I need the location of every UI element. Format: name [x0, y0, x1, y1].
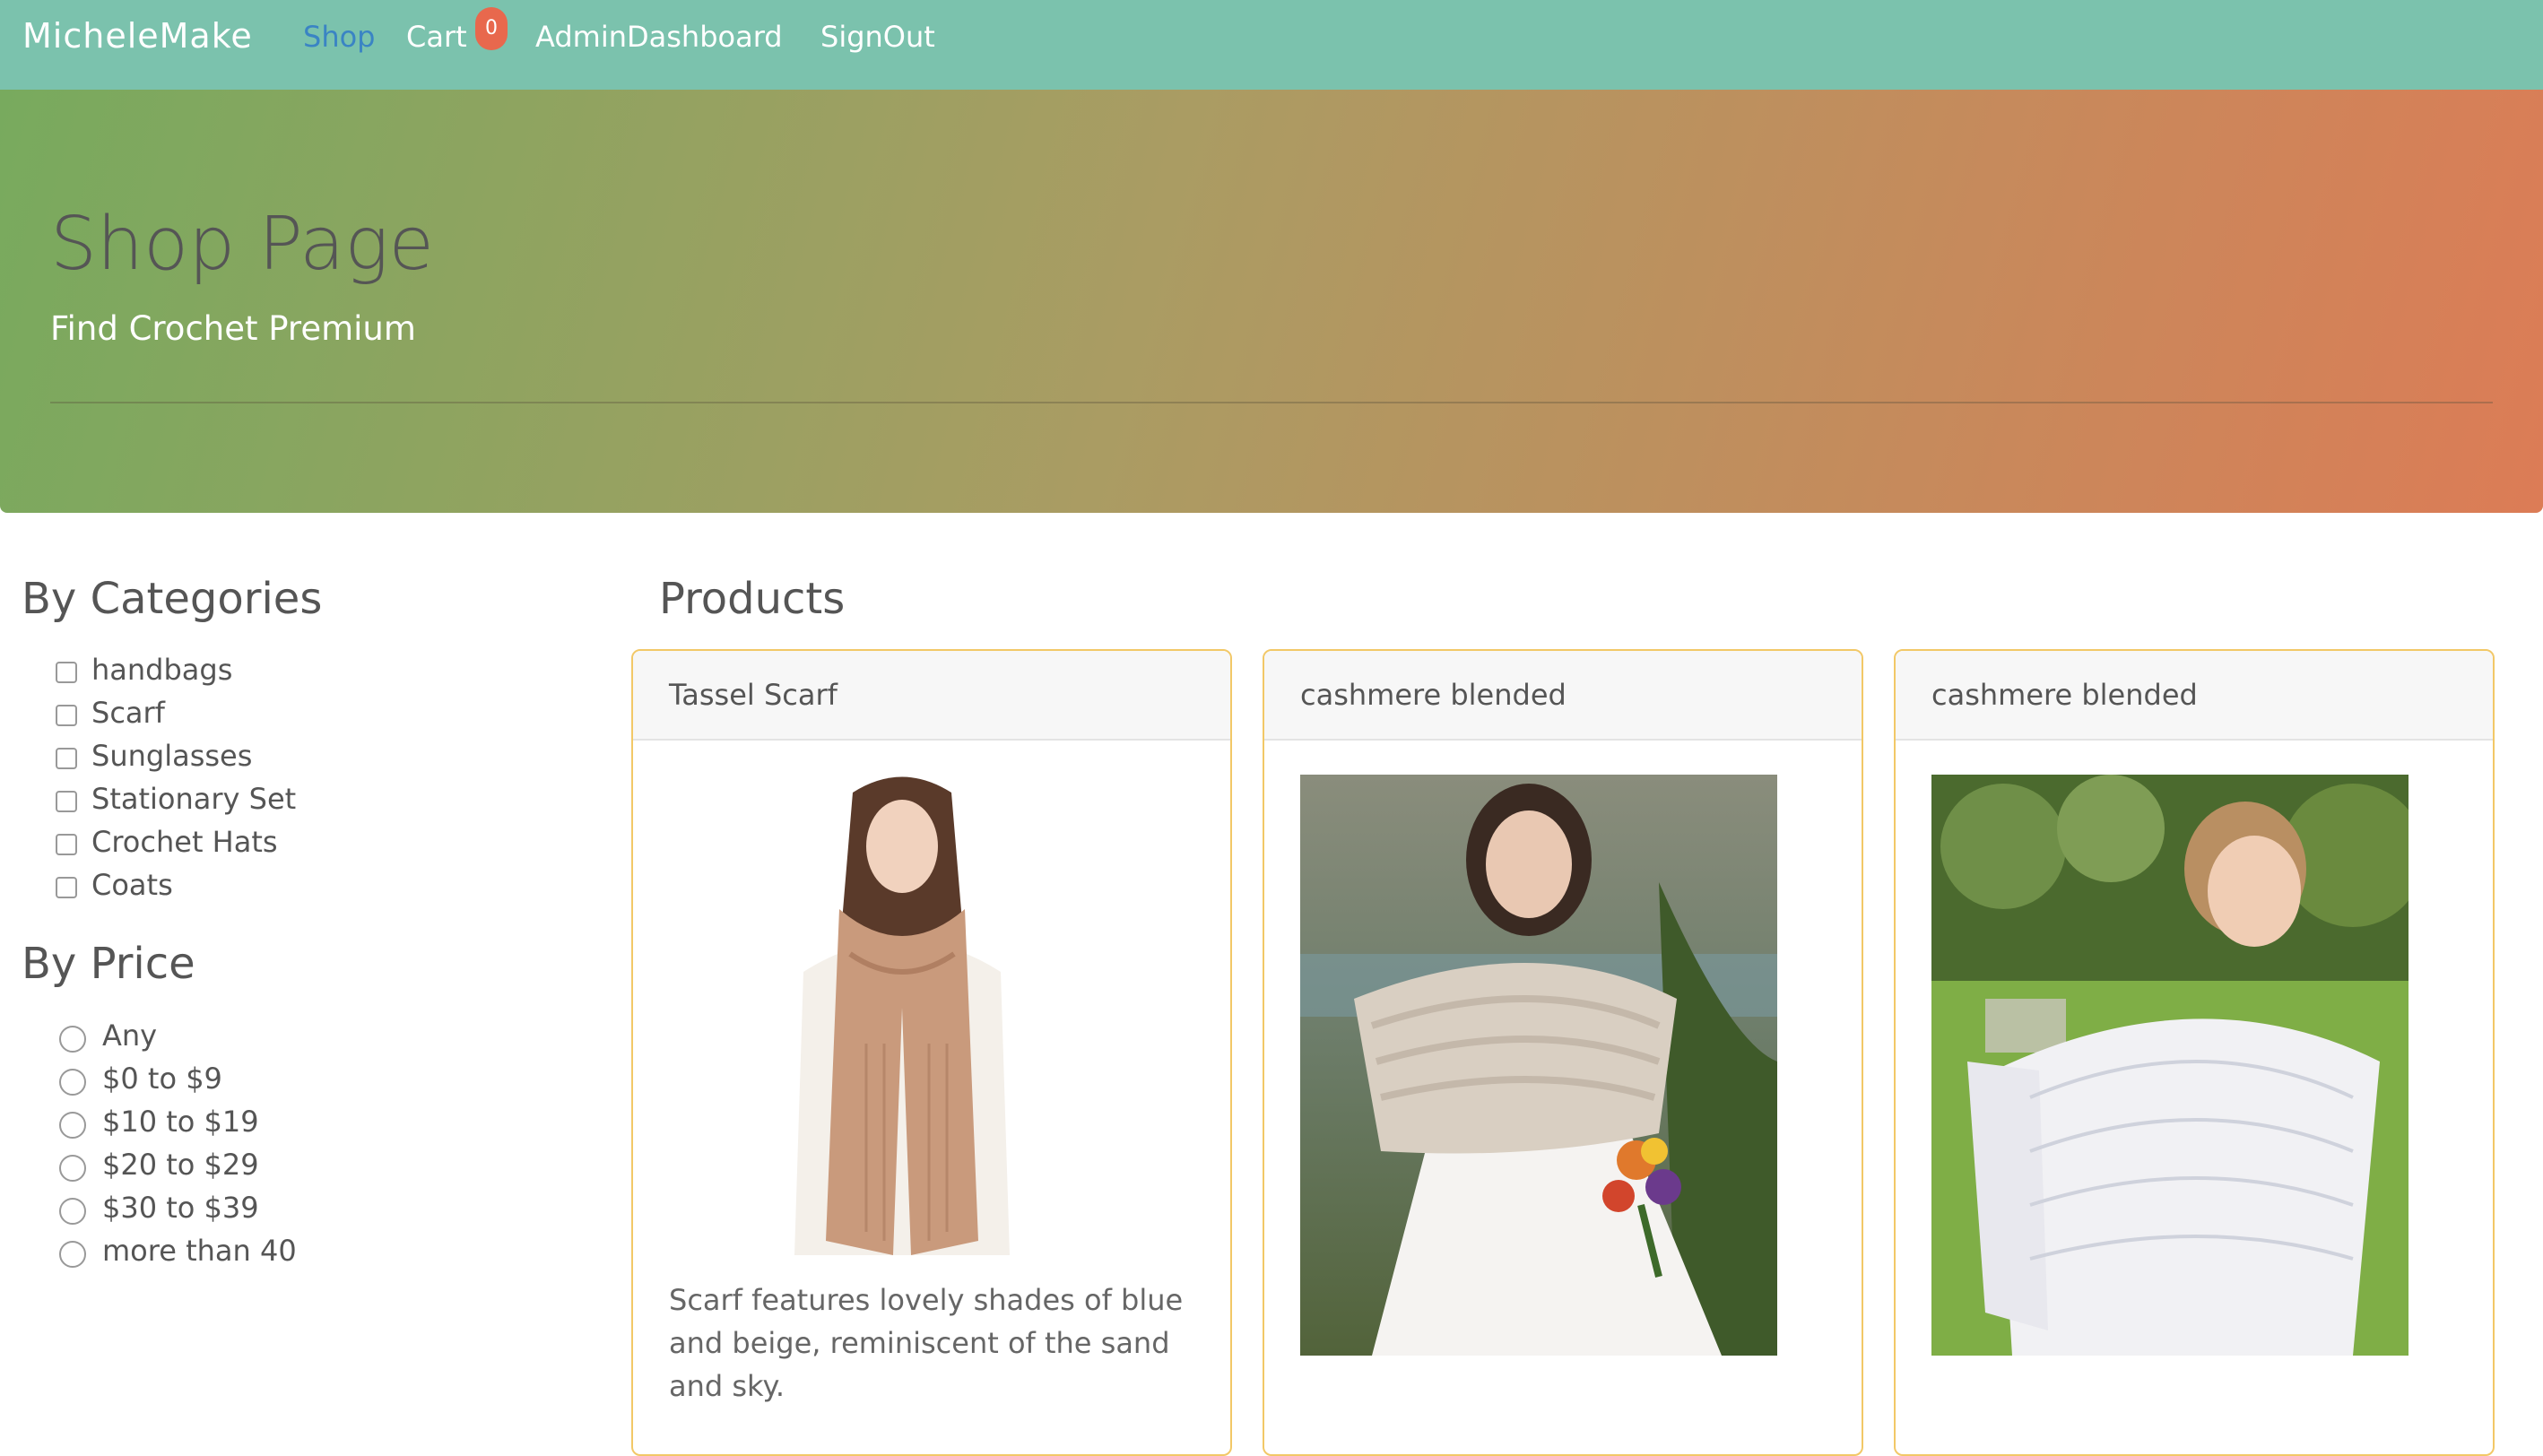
checkbox[interactable]: [56, 748, 77, 769]
category-label: Stationary Set: [91, 782, 297, 816]
radio-button[interactable]: [59, 1241, 86, 1268]
checkbox[interactable]: [56, 834, 77, 855]
category-label: handbags: [91, 653, 233, 687]
price-label: $10 to $19: [102, 1105, 259, 1139]
product-title: cashmere blended: [1896, 651, 2493, 741]
cart-count-badge: 0: [475, 7, 508, 50]
categories-heading: By Categories: [22, 574, 323, 624]
woman-in-camel-scarf-photo: [768, 775, 1037, 1255]
category-label: Coats: [91, 868, 173, 902]
radio-button[interactable]: [59, 1069, 86, 1096]
category-label: Scarf: [91, 696, 165, 730]
product-card-cashmere-blended-2[interactable]: cashmere blended: [1894, 649, 2495, 1456]
woman-in-lace-shawl-photo: [1931, 775, 2408, 1356]
product-title: cashmere blended: [1264, 651, 1862, 741]
category-label: Sunglasses: [91, 739, 253, 773]
page-subtitle: Find Crochet Premium: [50, 309, 416, 348]
checkbox[interactable]: [56, 877, 77, 898]
radio-button[interactable]: [59, 1198, 86, 1225]
product-description: Scarf features lovely shades of blue and…: [669, 1283, 1184, 1403]
price-heading: By Price: [22, 939, 195, 989]
checkbox[interactable]: [56, 705, 77, 726]
radio-button[interactable]: [59, 1155, 86, 1182]
nav-link-admin-dashboard[interactable]: AdminDashboard: [535, 20, 783, 54]
bride-in-crochet-shawl-photo: [1300, 775, 1777, 1356]
nav-link-cart[interactable]: Cart: [406, 20, 467, 54]
navbar: MicheleMake Shop Cart 0 AdminDashboard S…: [0, 0, 2543, 90]
price-label: Any: [102, 1018, 158, 1053]
category-label: Crochet Hats: [91, 825, 278, 859]
page-title: Shop Page: [50, 202, 434, 287]
product-card-tassel-scarf[interactable]: Tassel Scarf Scarf features lovely shade…: [631, 649, 1232, 1456]
brand-logo-link[interactable]: MicheleMake: [22, 16, 253, 56]
checkbox[interactable]: [56, 662, 77, 683]
nav-link-signout[interactable]: SignOut: [820, 20, 935, 54]
price-label: $30 to $39: [102, 1191, 259, 1225]
products-heading: Products: [659, 574, 846, 624]
price-label: more than 40: [102, 1234, 297, 1268]
hero-divider: [50, 402, 2493, 403]
nav-link-shop[interactable]: Shop: [303, 20, 375, 54]
product-title: Tassel Scarf: [633, 651, 1230, 741]
price-label: $20 to $29: [102, 1148, 259, 1182]
hero-banner: Shop Page Find Crochet Premium: [0, 90, 2543, 513]
checkbox[interactable]: [56, 791, 77, 812]
product-card-cashmere-blended-1[interactable]: cashmere blended: [1263, 649, 1863, 1456]
radio-button[interactable]: [59, 1112, 86, 1139]
price-label: $0 to $9: [102, 1062, 222, 1096]
radio-button[interactable]: [59, 1026, 86, 1053]
